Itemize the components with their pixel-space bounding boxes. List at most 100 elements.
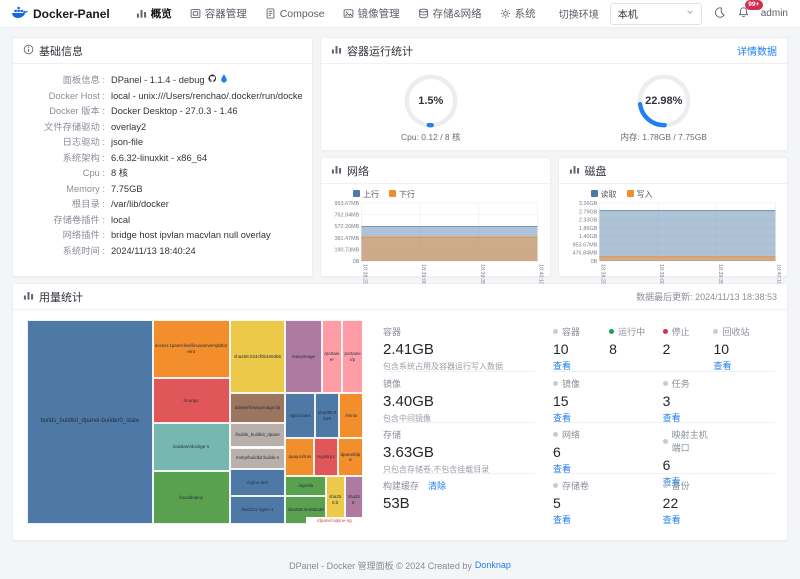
view-link[interactable]: 查看 [553,361,571,371]
count-stat-value: 8 [609,341,663,357]
count-stat-label: 映射主机端口 [672,428,714,454]
size-stat-value: 53B [383,495,535,512]
treemap-cell[interactable]: /nginx-test [230,469,286,497]
disk-chart-card: 磁盘 读取写入3.26GB2.79GB2.33GB1.86GB1.40GB953… [558,157,789,277]
svg-text:18:40:10: 18:40:10 [537,264,543,284]
info-row-label: 文件存储驱动 [17,121,105,133]
legend-item[interactable]: 下行 [389,189,415,200]
nav-item-1[interactable]: 概览 [128,3,180,24]
treemap-cell[interactable]: nginx:lates [285,393,315,438]
status-dot [663,381,668,386]
treemap-cell[interactable]: dpanel/dpa [338,438,363,476]
info-row-value: /var/lib/docker [111,198,169,210]
water-drop-icon[interactable] [220,74,228,86]
info-row: Cpu8 核 [17,167,302,179]
count-stat-value: 3 [663,393,714,409]
treemap-cell[interactable]: sha256:024cf0b4593b6 [230,320,286,393]
treemap-cell-label: dpanel/dpa [339,451,362,464]
env-select[interactable]: 本机 [610,3,702,25]
size-stat-label-row: 存储 [383,428,535,441]
treemap-cell[interactable]: docker.1panel.live/linuxserver/qbittorre… [153,320,230,378]
svg-text:18:40:10: 18:40:10 [775,264,781,284]
size-stat: 构建缓存清除 53B [383,473,535,524]
count-stat-label: 备份 [672,479,690,492]
treemap-cell[interactable]: moby/buildkit:buildx-s [230,448,286,469]
info-value-text: DPanel - 1.1.4 - debug [111,74,205,86]
treemap-cell[interactable]: /test121-nginx-1 [230,496,286,524]
disk-chart-header: 磁盘 [559,158,788,184]
treemap-cell-label: portainer/p [343,350,362,363]
storage-network-icon [418,8,429,19]
right-column: 容器运行统计 详情数据 1.5%Cpu: 0.12 / 8 核22.98%内存:… [320,37,788,277]
legend-label: 上行 [363,190,379,199]
count-stat-label: 镜像 [562,377,580,390]
system-icon [500,8,511,19]
nav-item-label: 系统 [515,6,536,21]
usage-treemap: builds_buildkit_dpanel-builder0_statedoc… [27,320,363,524]
nav-item-4[interactable]: 镜像管理 [335,3,408,24]
nav-item-label: 存储&网络 [433,6,482,21]
main-content: 基础信息 面板信息DPanel - 1.1.4 - debugDocker Ho… [0,28,800,541]
legend-item[interactable]: 读取 [591,189,617,200]
nav-item-label: 容器管理 [205,6,247,21]
legend-swatch [389,190,396,197]
clear-build-cache-link[interactable]: 清除 [428,479,446,492]
info-row-value: local [111,214,130,226]
treemap-cell[interactable]: portainer/p [342,320,363,393]
count-stat-value: 2 [663,341,714,357]
treemap-cell[interactable]: /minio [339,393,363,438]
view-link[interactable]: 查看 [553,515,571,525]
notifications-button[interactable]: 99+ [737,6,750,22]
count-stat-value: 22 [663,495,714,511]
nav-item-5[interactable]: 存储&网络 [410,3,490,24]
info-row: Docker 版本Docker Desktop - 27.0.3 - 1.46 [17,105,302,117]
view-link[interactable]: 查看 [663,515,681,525]
treemap-cell[interactable]: /mongo [153,378,230,423]
nav-item-2[interactable]: 容器管理 [182,3,255,24]
view-link[interactable]: 查看 [553,464,571,474]
cpu-gauge-ring: 1.5% [402,72,460,130]
view-link[interactable]: 查看 [663,413,681,423]
nav-item-3[interactable]: Compose [257,3,333,24]
treemap-cell[interactable]: /portainer [322,320,342,393]
username[interactable]: admin [761,8,788,19]
treemap-cell[interactable]: registry.c [314,438,338,476]
chart-icon [331,44,342,58]
info-value-text: 2024/11/13 18:40:24 [111,245,196,257]
treemap-cell[interactable]: /dpanel:alpine-ng [306,517,363,524]
usage-body: builds_buildkit_dpanel-builder0_statedoc… [13,310,787,524]
treemap-cell[interactable]: /agrella [285,476,326,496]
info-value-text: 8 核 [111,167,128,179]
count-stat: 运行中8 [609,325,663,372]
treemap-cell[interactable]: builds_buildkit_dpanel-builder0_state [27,320,153,524]
view-link[interactable]: 查看 [713,361,731,371]
github-icon[interactable] [208,74,217,86]
treemap-cell[interactable]: louislam/dockge-1 [153,423,230,470]
cpu-gauge-value: 1.5% [402,72,460,130]
docker-whale-logo-icon [12,6,28,22]
treemap-cell[interactable]: /easyimage [285,320,321,393]
nav-item-6[interactable]: 系统 [492,3,544,24]
treemap-cell[interactable]: quay.io/min [285,438,314,476]
size-stat-label-row: 构建缓存清除 [383,479,535,492]
treemap-cell[interactable]: /localdeploy [153,471,230,524]
info-row-label: 根目录 [17,198,105,210]
legend-item[interactable]: 上行 [353,189,379,200]
treemap-cell[interactable]: /builds_buildkit_dpane [230,423,286,447]
count-stat: 停止2 [663,325,714,372]
info-row-label: 网络插件 [17,229,105,241]
info-row: 根目录/var/lib/docker [17,198,302,210]
treemap-cell[interactable]: ddsderfr/easyimage:lat [230,393,286,423]
view-link[interactable]: 查看 [553,413,571,423]
footer-author-link[interactable]: Donknap [475,560,511,570]
compose-icon [265,8,276,19]
detail-data-link[interactable]: 详情数据 [737,43,777,58]
chevron-down-icon [686,8,694,19]
count-row: 网络6查看映射主机端口6查看 [553,422,775,473]
status-dot [553,483,558,488]
nav-item-label: 镜像管理 [358,6,400,21]
treemap-cell[interactable]: sha256:9b26 [315,393,340,438]
info-value-text: Docker Desktop - 27.0.3 - 1.46 [111,105,238,117]
legend-item[interactable]: 写入 [627,189,653,200]
theme-toggle-button[interactable] [713,6,726,22]
